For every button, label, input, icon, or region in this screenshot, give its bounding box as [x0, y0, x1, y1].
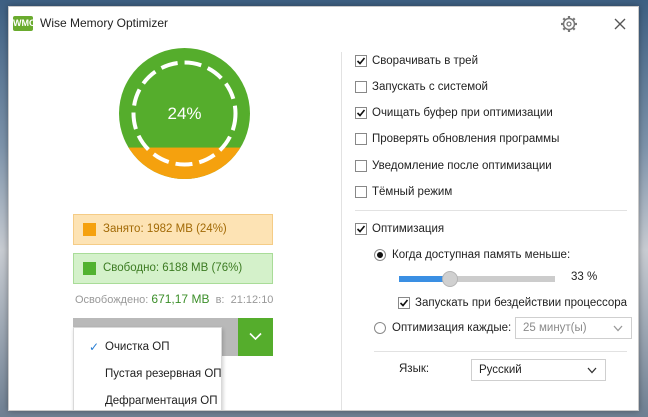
- free-memory-box: Свободно: 6188 MB (76%): [73, 253, 273, 284]
- close-icon[interactable]: [609, 13, 631, 35]
- checkbox-label: Проверять обновления программы: [372, 133, 560, 145]
- minimize-to-tray-checkbox[interactable]: Сворачивать в трей: [355, 52, 478, 70]
- chevron-down-icon: [587, 367, 597, 374]
- interval-radio[interactable]: Оптимизация каждые:: [374, 319, 511, 337]
- check-updates-checkbox[interactable]: Проверять обновления программы: [355, 130, 559, 148]
- section-divider: [355, 210, 627, 211]
- menu-item-empty-standby[interactable]: Пустая резервная ОП: [74, 361, 222, 387]
- app-logo: WMO: [13, 16, 36, 31]
- used-color-square: [83, 223, 96, 236]
- notify-after-checkbox[interactable]: Уведомление после оптимизации: [355, 157, 552, 175]
- mode-dropdown-button[interactable]: [238, 318, 273, 356]
- run-at-startup-checkbox[interactable]: Запускать с системой: [355, 78, 488, 96]
- checkbox-label: Запускать с системой: [372, 81, 488, 93]
- checkmark-icon: ✓: [89, 340, 100, 354]
- freed-label: Освобождено:: [75, 294, 149, 306]
- idle-cpu-checkbox[interactable]: Запускать при бездействии процессора: [398, 294, 627, 312]
- language-label: Язык:: [399, 363, 430, 375]
- slider-value: 33 %: [571, 271, 598, 283]
- gear-icon[interactable]: [560, 15, 578, 33]
- app-window: WMO Wise Memory Optimizer 24% Занято: 19…: [8, 6, 639, 411]
- clear-clipboard-checkbox[interactable]: Очищать буфер при оптимизации: [355, 104, 553, 122]
- checkmark-icon: [356, 109, 366, 117]
- checkbox-label: Очищать буфер при оптимизации: [372, 107, 553, 119]
- freed-time: 21:12:10: [230, 294, 274, 306]
- menu-item-label: Очистка ОП: [105, 341, 170, 353]
- checkmark-icon: [399, 299, 409, 307]
- checkbox-label: Уведомление после оптимизации: [372, 160, 552, 172]
- optimization-checkbox[interactable]: Оптимизация: [355, 220, 444, 238]
- checkbox-label: Оптимизация: [372, 223, 445, 235]
- freed-info: Освобождено: 671,17 MB в: 21:12:10: [75, 292, 273, 306]
- interval-select[interactable]: 25 минут(ы): [515, 317, 632, 339]
- free-memory-text: Свободно: 6188 MB (76%): [103, 262, 243, 274]
- chevron-down-icon: [613, 325, 623, 332]
- low-memory-radio[interactable]: Когда доступная память меньше:: [374, 246, 570, 264]
- language-select[interactable]: Русский: [471, 359, 606, 381]
- checkbox-label: Сворачивать в трей: [372, 55, 478, 67]
- memory-threshold-slider[interactable]: [399, 271, 555, 287]
- title-bar: WMO Wise Memory Optimizer: [9, 7, 638, 39]
- language-select-value: Русский: [479, 364, 522, 376]
- menu-item-clean-memory[interactable]: ✓ Очистка ОП: [74, 334, 221, 360]
- menu-item-label: Дефрагментация ОП: [105, 395, 218, 407]
- checkmark-icon: [356, 225, 366, 233]
- radio-label: Когда доступная память меньше:: [392, 249, 571, 261]
- mode-menu: ✓ Очистка ОП Пустая резервная ОП Дефрагм…: [73, 327, 222, 410]
- dark-mode-checkbox[interactable]: Тёмный режим: [355, 183, 452, 201]
- section-divider: [374, 351, 627, 352]
- checkbox-label: Запускать при бездействии процессора: [415, 297, 628, 309]
- gauge-percent: 24%: [167, 104, 202, 123]
- checkmark-icon: [356, 57, 366, 65]
- slider-thumb[interactable]: [442, 271, 459, 287]
- used-memory-text: Занято: 1982 MB (24%): [103, 223, 227, 235]
- menu-item-label: Пустая резервная ОП: [105, 368, 222, 380]
- freed-at-label: в:: [215, 294, 225, 306]
- menu-item-defragment[interactable]: Дефрагментация ОП: [74, 388, 221, 410]
- app-title: Wise Memory Optimizer: [40, 16, 169, 30]
- checkbox-label: Тёмный режим: [372, 186, 453, 198]
- freed-value: 671,17 MB: [151, 292, 210, 306]
- radio-label: Оптимизация каждые:: [392, 322, 512, 334]
- chevron-down-icon: [249, 332, 262, 341]
- interval-select-value: 25 минут(ы): [523, 322, 587, 334]
- used-memory-box: Занято: 1982 MB (24%): [73, 214, 273, 245]
- free-color-square: [83, 262, 96, 275]
- vertical-divider: [341, 52, 342, 410]
